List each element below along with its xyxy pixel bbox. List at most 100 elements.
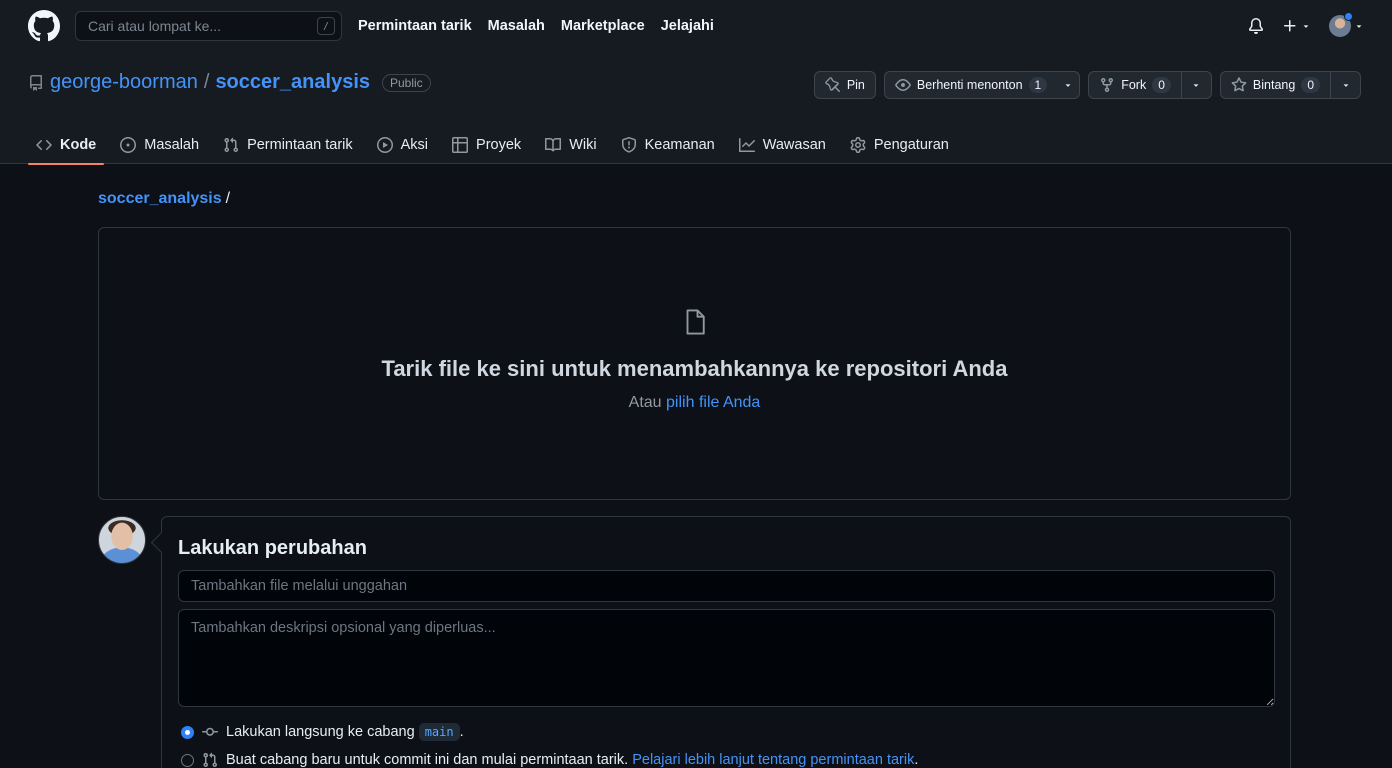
tab-security-label: Keamanan: [644, 137, 715, 153]
eye-icon: [895, 79, 911, 91]
commit-summary-input[interactable]: [178, 570, 1275, 602]
tab-pull-requests[interactable]: Permintaan tarik: [215, 126, 361, 164]
dropzone-title: Tarik file ke sini untuk menambahkannya …: [381, 356, 1008, 381]
tab-wiki-label: Wiki: [569, 137, 597, 153]
plus-icon: [1284, 20, 1296, 32]
create-new-menu[interactable]: [1282, 18, 1311, 34]
tab-code-label: Kode: [60, 137, 97, 153]
commit-direct-text: Lakukan langsung ke cabang: [226, 724, 415, 740]
header-right-actions: [1248, 0, 1364, 52]
tab-insights[interactable]: Wawasan: [731, 126, 834, 164]
slash-shortcut-key: /: [317, 17, 335, 35]
git-commit-icon: [202, 727, 218, 736]
nav-marketplace[interactable]: Marketplace: [561, 18, 645, 34]
pin-icon: [825, 77, 840, 93]
repo-actions: Pin Berhenti menonton 1 Fork 0 Bintang 0: [813, 71, 1361, 99]
tab-actions[interactable]: Aksi: [369, 126, 436, 164]
breadcrumb-separator: /: [225, 190, 231, 207]
chevron-down-icon: [1356, 25, 1362, 28]
file-dropzone[interactable]: Tarik file ke sini untuk menambahkannya …: [98, 227, 1291, 500]
nav-explore[interactable]: Jelajahi: [661, 18, 714, 34]
play-icon: [376, 137, 393, 153]
choose-files-link[interactable]: pilih file Anda: [666, 394, 760, 411]
breadcrumb: soccer_analysis /: [98, 190, 230, 208]
commit-form: Lakukan perubahan Lakukan langsung ke ca…: [161, 516, 1291, 768]
file-icon: [686, 309, 705, 335]
pin-button[interactable]: Pin: [813, 71, 876, 99]
learn-more-pr-link[interactable]: Pelajari lebih lanjut tentang permintaan…: [632, 752, 914, 768]
commit-title: Lakukan perubahan: [178, 537, 367, 559]
visibility-badge: Public: [382, 73, 431, 92]
star-icon: [1231, 77, 1247, 92]
pin-label: Pin: [846, 78, 865, 92]
avatar: [1329, 12, 1353, 37]
breadcrumb-repo-link[interactable]: soccer_analysis: [98, 190, 222, 207]
repo-tabs: Kode Masalah Permintaan tarik Aksi Proye…: [28, 126, 965, 165]
fork-label: Fork: [1121, 78, 1147, 92]
chevron-down-icon: [1343, 84, 1348, 87]
search-input[interactable]: Cari atau lompat ke... /: [75, 11, 342, 41]
issue-icon: [120, 137, 137, 153]
repo-title: george-boorman / soccer_analysis Public: [28, 71, 431, 94]
tab-issues[interactable]: Masalah: [112, 126, 207, 164]
gear-icon: [850, 137, 866, 153]
repo-owner-link[interactable]: george-boorman: [50, 71, 198, 94]
book-icon: [545, 137, 562, 152]
fork-count: 0: [1152, 77, 1171, 93]
star-button[interactable]: Bintang 0: [1219, 71, 1361, 99]
chevron-down-icon: [1303, 25, 1309, 28]
search-placeholder: Cari atau lompat ke...: [88, 18, 222, 34]
dropzone-subtitle: Atau pilih file Anda: [629, 394, 761, 412]
pull-request-icon: [224, 137, 239, 153]
star-label: Bintang: [1252, 78, 1296, 92]
fork-button[interactable]: Fork 0: [1088, 71, 1212, 99]
branch-name: main: [418, 723, 460, 741]
tab-projects-label: Proyek: [476, 137, 522, 153]
table-icon: [452, 137, 469, 153]
tab-settings[interactable]: Pengaturan: [842, 126, 957, 164]
commit-direct-option[interactable]: Lakukan langsung ke cabang main.: [181, 723, 464, 741]
star-dropdown[interactable]: [1330, 72, 1360, 98]
github-logo-icon[interactable]: [28, 10, 60, 42]
fork-icon: [1101, 78, 1114, 93]
repo-header: george-boorman / soccer_analysis Public …: [0, 52, 1392, 165]
tab-projects[interactable]: Proyek: [444, 126, 529, 164]
star-count: 0: [1301, 77, 1320, 93]
tab-pull-requests-label: Permintaan tarik: [247, 137, 353, 153]
commit-direct-radio[interactable]: [181, 725, 194, 739]
watch-dropdown[interactable]: [1057, 72, 1079, 98]
commit-new-branch-radio[interactable]: [181, 753, 194, 767]
commit-direct-suffix: .: [459, 724, 464, 740]
tab-security[interactable]: Keamanan: [613, 126, 723, 164]
top-nav: Permintaan tarik Masalah Marketplace Jel…: [358, 18, 714, 34]
nav-issues[interactable]: Masalah: [488, 18, 545, 34]
watch-button[interactable]: Berhenti menonton 1: [883, 71, 1081, 99]
notification-dot: [1344, 12, 1353, 21]
commit-new-branch-suffix: .: [914, 752, 919, 768]
bell-icon[interactable]: [1248, 18, 1264, 34]
dropzone-subtitle-prefix: Atau: [628, 394, 662, 411]
fork-dropdown[interactable]: [1180, 72, 1211, 98]
shield-icon: [621, 137, 636, 153]
tab-wiki[interactable]: Wiki: [537, 126, 604, 164]
commit-new-branch-text: Buat cabang baru untuk commit ini dan mu…: [226, 752, 629, 768]
commit-new-branch-option[interactable]: Buat cabang baru untuk commit ini dan mu…: [181, 752, 918, 768]
repo-separator: /: [203, 71, 210, 93]
tab-code[interactable]: Kode: [28, 126, 105, 165]
watch-count: 1: [1028, 77, 1048, 93]
tab-actions-label: Aksi: [400, 137, 429, 153]
top-header: Cari atau lompat ke... / Permintaan tari…: [0, 0, 1392, 52]
commit-description-input[interactable]: [178, 609, 1275, 707]
nav-pull-requests[interactable]: Permintaan tarik: [358, 18, 472, 34]
repo-icon: [29, 74, 42, 91]
chevron-down-icon: [1065, 84, 1071, 87]
user-menu[interactable]: [1329, 12, 1364, 37]
tab-issues-label: Masalah: [144, 137, 200, 153]
code-icon: [36, 139, 52, 151]
graph-icon: [738, 138, 755, 152]
pull-request-icon: [203, 752, 218, 768]
chevron-down-icon: [1194, 84, 1199, 87]
tab-insights-label: Wawasan: [762, 137, 826, 153]
avatar: [98, 516, 146, 564]
repo-name-link[interactable]: soccer_analysis: [215, 71, 370, 94]
